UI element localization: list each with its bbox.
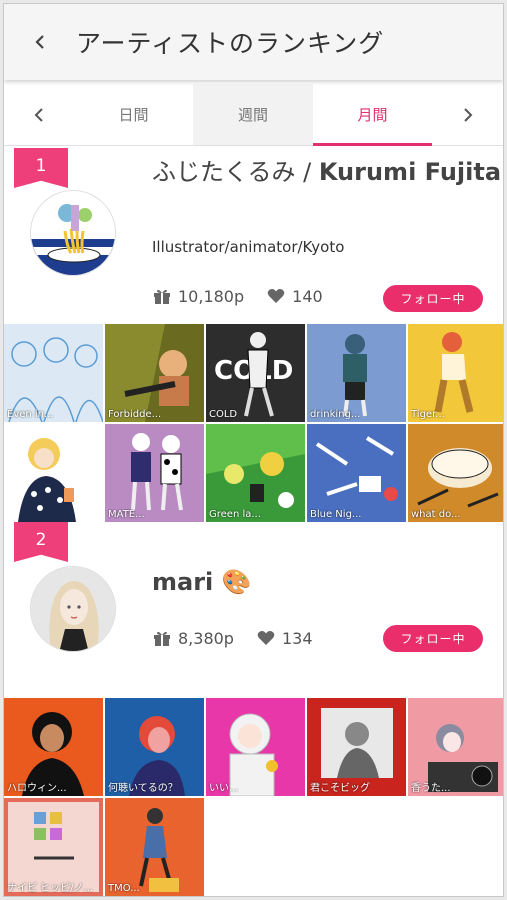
points-value: 10,180p [178,286,245,306]
rank-badge: 1 [14,148,68,188]
artist-name-text: mari [152,568,214,596]
artist-works-grid: ハロウィン... 何聴いてるの？ いい... 君こそビッグ 香うた... ナイビ… [4,698,503,896]
chevron-left-icon [34,107,43,122]
palette-icon: 🎨 [221,568,252,596]
points-value: 8,380p [178,628,234,648]
work-thumbnail[interactable]: ハロウィン... [4,698,103,796]
tab-daily[interactable]: 日間 [74,84,194,145]
work-caption: 君こそビッグ [310,783,370,794]
work-caption: 何聴いてるの？ [108,783,178,794]
likes-value: 134 [281,628,313,648]
work-thumbnail[interactable]: 君こそビッグ [307,698,406,796]
work-thumbnail[interactable]: 何聴いてるの？ [105,698,204,796]
chevron-right-icon [463,107,473,122]
chevron-left-icon [35,35,44,49]
artist-card[interactable]: 2 mari 🎨 8,380p 134 フォロー中 ハロウィン... 何聴いてる… [4,522,503,896]
work-caption: MATE... [108,509,145,520]
work-thumbnail[interactable]: Tiger... [408,324,503,422]
work-thumbnail[interactable]: Even in... [4,324,103,422]
gift-icon [152,628,172,648]
work-caption: what do... [411,509,461,520]
work-caption: COLD [209,409,238,420]
work-thumbnail[interactable]: Green la... [206,424,305,522]
heart-icon [266,286,286,306]
work-caption: TMO... [108,883,140,894]
work-thumbnail[interactable]: Forbidde... [105,324,204,422]
tab-weekly[interactable]: 週間 [193,84,313,145]
work-caption: 香うた... [411,783,451,794]
work-thumbnail[interactable]: Blue Nig... [307,424,406,522]
work-caption: Tiger... [411,409,445,420]
app-screen: アーティストのランキング 日間 週間 月間 1 ふじたくるみ / Kurumi … [3,3,504,897]
work-thumbnail[interactable]: MATE... [105,424,204,522]
artist-card[interactable]: 1 ふじたくるみ / Kurumi Fujita Illustrator/ani… [4,146,503,522]
artist-name-jp: ふじたくるみ / [152,158,319,186]
follow-button[interactable]: フォロー中 [383,285,483,312]
artist-name-en: Kurumi Fujita [318,158,502,186]
work-caption: Even in... [7,409,54,420]
artist-name[interactable]: ふじたくるみ / Kurumi Fujita [152,156,501,188]
artist-works-grid: Even in... Forbidde... COLD COLD drinkin… [4,324,503,522]
follow-button[interactable]: フォロー中 [383,625,483,652]
work-thumbnail[interactable]: what do... [408,424,503,522]
work-thumbnail[interactable]: COLD COLD [206,324,305,422]
page-title: アーティストのランキング [76,29,385,58]
tab-monthly[interactable]: 月間 [312,84,433,146]
work-caption: Blue Nig... [310,509,362,520]
work-caption: Green la... [209,509,261,520]
work-thumbnail[interactable] [4,424,103,522]
rank-badge: 2 [14,522,68,562]
likes-value: 140 [292,286,323,306]
period-tabs: 日間 週間 月間 [4,84,503,146]
work-caption: Forbidde... [108,409,162,420]
work-caption: drinking... [310,409,361,420]
work-thumbnail[interactable]: ナイビ ヒッピ/ノ... [4,798,103,896]
avatar-image [31,567,115,651]
work-thumbnail[interactable]: TMO... [105,798,204,896]
avatar[interactable] [30,566,116,652]
work-caption: ハロウィン... [7,783,67,794]
gift-icon [152,286,172,306]
work-thumbnail[interactable]: drinking... [307,324,406,422]
artist-stats: 10,180p 140 [152,286,323,306]
tabs-prev-button[interactable] [4,84,74,145]
back-button[interactable] [4,4,76,80]
app-header: アーティストのランキング [4,4,503,80]
avatar[interactable] [30,190,116,276]
work-thumbnail[interactable]: 香うた... [408,698,503,796]
artist-name[interactable]: mari 🎨 [152,566,252,598]
artist-stats: 8,380p 134 [152,628,313,648]
artist-bio: Illustrator/animator/Kyoto [152,238,345,256]
work-thumbnail[interactable]: いい... [206,698,305,796]
heart-icon [256,628,276,648]
work-caption: ナイビ ヒッピ/ノ... [7,883,94,894]
tabs-next-button[interactable] [432,84,503,145]
avatar-image [31,191,115,275]
work-caption: いい... [209,783,239,794]
